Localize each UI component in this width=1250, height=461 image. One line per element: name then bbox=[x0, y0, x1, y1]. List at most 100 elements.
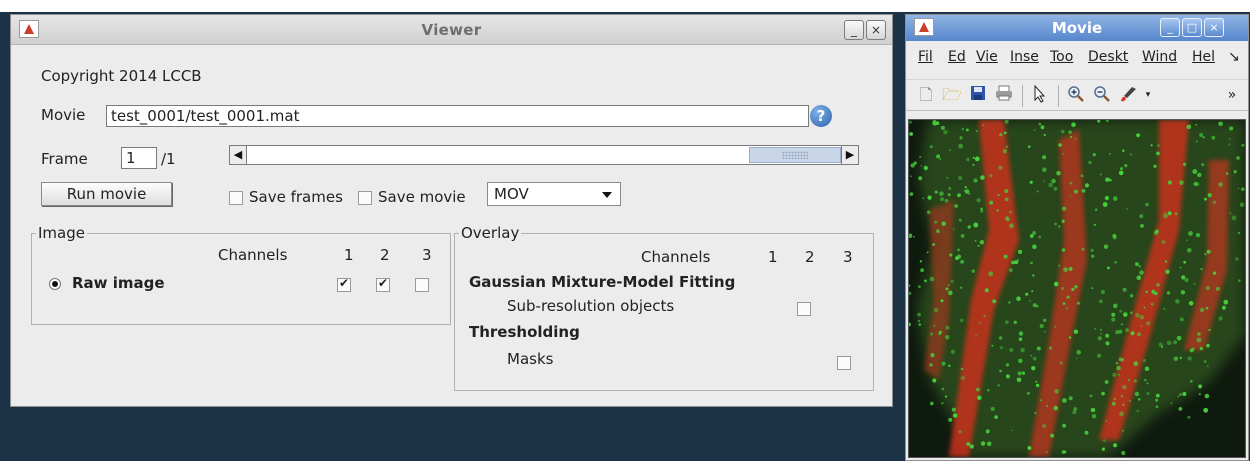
green-punctum bbox=[1145, 290, 1149, 294]
green-punctum bbox=[1005, 145, 1009, 149]
help-icon[interactable]: ? bbox=[810, 105, 832, 127]
green-punctum bbox=[1009, 348, 1014, 352]
green-punctum bbox=[1105, 341, 1110, 346]
slider-right-arrow[interactable]: ▶ bbox=[841, 146, 858, 164]
green-punctum bbox=[1009, 210, 1012, 214]
green-punctum bbox=[1203, 407, 1209, 413]
green-punctum bbox=[1229, 212, 1232, 215]
image-channel-3-checkbox[interactable] bbox=[415, 278, 429, 292]
menu-dock-arrow-icon[interactable]: ↘ bbox=[1228, 49, 1240, 65]
green-punctum bbox=[1155, 229, 1159, 234]
green-punctum bbox=[949, 149, 951, 151]
run-movie-button[interactable]: Run movie bbox=[41, 182, 172, 206]
save-movie-checkbox[interactable] bbox=[358, 191, 372, 205]
green-punctum bbox=[1089, 394, 1093, 398]
green-punctum bbox=[1114, 261, 1117, 264]
green-punctum bbox=[977, 244, 980, 247]
masks-label: Masks bbox=[507, 350, 554, 368]
menu-edit[interactable]: Ed bbox=[948, 49, 966, 65]
frame-number-field[interactable]: 1 bbox=[121, 147, 157, 169]
movie-titlebar[interactable]: Movie _ □ × bbox=[906, 15, 1248, 41]
green-punctum bbox=[945, 287, 949, 291]
masks-channel-3-checkbox[interactable] bbox=[837, 356, 851, 370]
green-punctum bbox=[1215, 286, 1220, 291]
movie-close-button[interactable]: × bbox=[1204, 18, 1224, 37]
green-punctum bbox=[1044, 330, 1046, 333]
zoom-in-icon[interactable] bbox=[1066, 85, 1086, 105]
zoom-out-icon[interactable] bbox=[1092, 85, 1112, 105]
green-punctum bbox=[1118, 373, 1120, 376]
green-punctum bbox=[1084, 430, 1089, 435]
green-punctum bbox=[1042, 167, 1047, 172]
data-cursor-brush-icon[interactable] bbox=[1118, 85, 1138, 105]
viewer-titlebar[interactable]: Viewer _ × bbox=[11, 15, 892, 45]
movie-image-area[interactable] bbox=[908, 119, 1246, 458]
movie-minimize-button[interactable]: _ bbox=[1160, 18, 1180, 37]
menu-tools[interactable]: Too bbox=[1050, 49, 1073, 65]
green-punctum bbox=[952, 413, 958, 418]
movie-maximize-button[interactable]: □ bbox=[1182, 18, 1202, 37]
frame-slider[interactable]: ◀ ▶ bbox=[229, 145, 859, 165]
close-button[interactable]: × bbox=[866, 20, 886, 40]
green-punctum bbox=[1071, 122, 1076, 127]
green-punctum bbox=[1029, 300, 1031, 302]
green-punctum bbox=[1092, 153, 1096, 157]
new-file-icon[interactable]: 🗋 bbox=[916, 85, 936, 105]
menu-file[interactable]: Fil bbox=[918, 49, 933, 65]
save-frames-checkbox[interactable] bbox=[229, 191, 243, 205]
green-punctum bbox=[910, 175, 912, 178]
green-punctum bbox=[1150, 144, 1153, 147]
menu-window[interactable]: Wind bbox=[1142, 49, 1177, 65]
green-punctum bbox=[1128, 400, 1131, 402]
green-punctum bbox=[1090, 248, 1094, 252]
pointer-icon[interactable] bbox=[1030, 84, 1050, 105]
green-punctum bbox=[1066, 295, 1070, 299]
movie-path-field[interactable]: test_0001/test_0001.mat bbox=[106, 105, 809, 127]
green-punctum bbox=[1196, 337, 1202, 343]
green-punctum bbox=[1002, 149, 1007, 154]
image-channel-2-checkbox[interactable] bbox=[376, 276, 390, 292]
menu-help[interactable]: Hel bbox=[1192, 49, 1215, 65]
green-punctum bbox=[1031, 366, 1036, 371]
open-folder-icon[interactable]: 🗁 bbox=[942, 85, 962, 105]
green-punctum bbox=[941, 387, 945, 391]
green-punctum bbox=[1233, 170, 1237, 174]
save-frames-label: Save frames bbox=[249, 188, 343, 206]
green-punctum bbox=[1136, 275, 1142, 280]
green-punctum bbox=[950, 349, 956, 354]
green-punctum bbox=[949, 253, 953, 257]
green-punctum bbox=[950, 279, 954, 283]
green-punctum bbox=[1005, 320, 1009, 325]
menu-desktop[interactable]: Deskt bbox=[1088, 49, 1128, 65]
green-punctum bbox=[955, 256, 959, 260]
print-icon[interactable] bbox=[994, 85, 1014, 105]
green-punctum bbox=[1187, 248, 1192, 253]
slider-left-arrow[interactable]: ◀ bbox=[230, 146, 247, 164]
raw-image-radio[interactable] bbox=[49, 278, 61, 290]
green-punctum bbox=[1051, 178, 1056, 184]
green-punctum bbox=[1170, 402, 1173, 405]
green-punctum bbox=[966, 128, 969, 132]
menu-insert[interactable]: Inse bbox=[1010, 49, 1039, 65]
brush-dropdown-icon[interactable]: ▾ bbox=[1138, 85, 1158, 105]
green-punctum bbox=[1043, 180, 1045, 183]
save-disk-icon[interactable] bbox=[968, 85, 988, 105]
green-punctum bbox=[1206, 249, 1211, 254]
green-punctum bbox=[1032, 356, 1037, 361]
green-punctum bbox=[976, 198, 981, 203]
movie-format-select[interactable]: MOV bbox=[487, 182, 621, 206]
green-punctum bbox=[1035, 380, 1038, 383]
menu-view[interactable]: Vie bbox=[976, 49, 998, 65]
green-punctum bbox=[1206, 343, 1210, 348]
green-punctum bbox=[1091, 287, 1094, 290]
toolbar-overflow-icon[interactable]: » bbox=[1222, 85, 1242, 105]
subresolution-channel-2-checkbox[interactable] bbox=[797, 302, 811, 316]
green-punctum bbox=[999, 133, 1003, 137]
green-punctum bbox=[1127, 378, 1130, 382]
green-punctum bbox=[1130, 311, 1133, 315]
slider-thumb[interactable] bbox=[749, 147, 841, 163]
minimize-button[interactable]: _ bbox=[844, 20, 864, 40]
image-channel-1-checkbox[interactable] bbox=[337, 276, 351, 292]
green-punctum bbox=[1068, 336, 1072, 339]
green-punctum bbox=[941, 221, 946, 226]
